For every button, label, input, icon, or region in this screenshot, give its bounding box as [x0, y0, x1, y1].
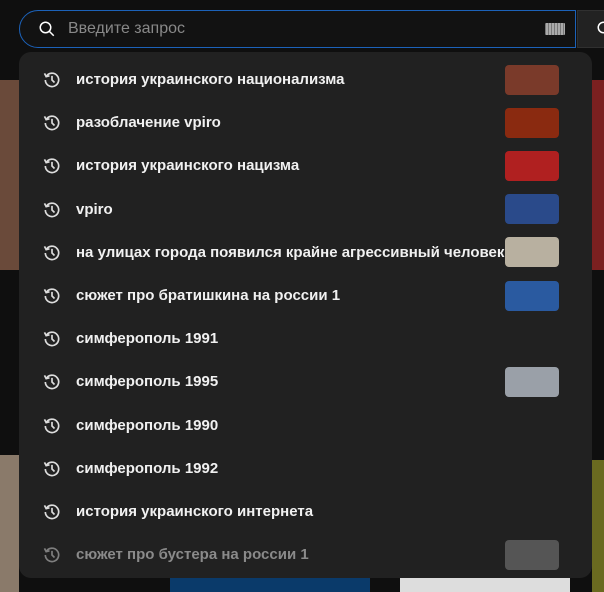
suggestion-text: симферополь 1991 [76, 330, 219, 348]
suggestion-text: на улицах города появился крайне агресси… [76, 243, 505, 261]
suggestion-thumbnail [505, 107, 559, 138]
suggestion-item[interactable]: симферополь 1991 [19, 317, 592, 360]
suggestion-thumbnail [505, 150, 559, 181]
search-box[interactable] [19, 10, 576, 48]
suggestion-thumbnail [505, 366, 559, 397]
history-icon [43, 504, 60, 520]
suggestion-item[interactable]: на улицах города появился крайне агресси… [19, 231, 592, 274]
history-icon [43, 331, 60, 347]
suggestion-text: симферополь 1995 [76, 373, 219, 391]
suggestion-text: сюжет про бустера на россии 1 [76, 546, 309, 564]
suggestion-item[interactable]: сюжет про братишкина на россии 1 [19, 274, 592, 317]
history-icon [43, 288, 60, 304]
history-icon [43, 158, 60, 174]
suggestion-text: история украинского нацизма [76, 157, 300, 175]
background-video-thumb [0, 455, 19, 592]
suggestion-item[interactable]: сюжет про бустера на россии 1 [19, 533, 592, 576]
suggestion-thumbnail [505, 194, 559, 225]
suggestion-text: разоблачение vpiro [76, 114, 221, 132]
suggestion-text: симферополь 1992 [76, 459, 219, 477]
search-suggestions-dropdown: история украинского национализма разоблач… [19, 52, 592, 578]
suggestion-item[interactable]: симферополь 1995 [19, 360, 592, 403]
history-icon [43, 245, 60, 261]
suggestion-thumbnail [505, 539, 559, 570]
search-input[interactable] [68, 20, 545, 38]
suggestion-item[interactable]: симферополь 1990 [19, 404, 592, 447]
suggestion-thumbnail [505, 237, 559, 268]
suggestion-item[interactable]: разоблачение vpiro [19, 101, 592, 144]
history-icon [43, 417, 60, 433]
suggestion-text: vpiro [76, 200, 113, 218]
search-icon [597, 21, 604, 34]
history-icon [43, 72, 60, 88]
background-video-thumb [400, 578, 570, 592]
suggestion-item[interactable]: симферополь 1992 [19, 447, 592, 490]
suggestion-text: симферополь 1990 [76, 416, 219, 434]
suggestion-text: сюжет про братишкина на россии 1 [76, 287, 341, 305]
suggestion-item[interactable]: история украинского нацизма [19, 144, 592, 187]
history-icon [43, 547, 60, 563]
suggestion-item[interactable]: история украинского национализма [19, 58, 592, 101]
history-icon [43, 115, 60, 131]
history-icon [43, 374, 60, 390]
suggestion-item[interactable]: vpiro [19, 188, 592, 231]
search-button[interactable] [577, 10, 604, 48]
suggestion-text: история украинского интернета [76, 502, 314, 520]
background-video-thumb [592, 80, 604, 270]
background-video-thumb [592, 460, 604, 592]
keyboard-icon[interactable] [545, 23, 565, 35]
search-icon [39, 21, 55, 37]
background-video-thumb [0, 80, 19, 270]
suggestion-item[interactable]: история украинского интернета [19, 490, 592, 533]
history-icon [43, 201, 60, 217]
suggestion-thumbnail [505, 280, 559, 311]
history-icon [43, 461, 60, 477]
background-video-thumb [170, 578, 370, 592]
suggestion-thumbnail [505, 64, 559, 95]
suggestion-text: история украинского национализма [76, 71, 345, 89]
